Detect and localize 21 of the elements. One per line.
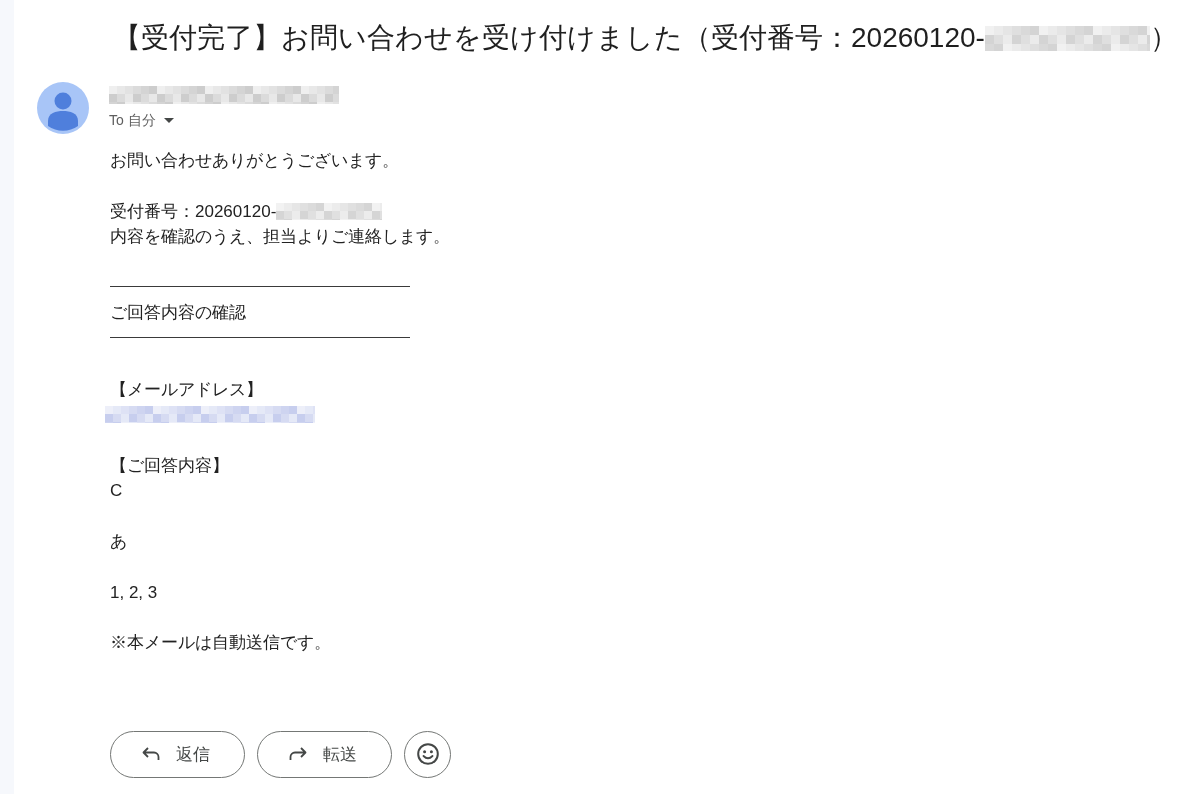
body-text: 受付番号：20260120-: [110, 200, 277, 223]
forward-icon: [288, 747, 307, 762]
forward-button[interactable]: 転送: [257, 730, 392, 778]
body-text: 1, 2, 3: [110, 581, 158, 604]
subject-text: ）: [1149, 21, 1178, 55]
smiley-icon: [416, 743, 439, 766]
caret-icon: [163, 117, 174, 123]
body-text: あ: [110, 530, 127, 553]
body-text: ※本メールは自動送信です。: [110, 632, 331, 655]
body-text: 【メールアドレス】: [110, 378, 263, 401]
body-text: C: [110, 480, 123, 503]
reply-button[interactable]: 返信: [110, 730, 245, 778]
reply-icon: [141, 747, 160, 762]
emoji-reaction-button[interactable]: [404, 730, 451, 778]
recipient-details-button[interactable]: To 自分: [109, 110, 174, 130]
email-subject: 【受付完了】お問い合わせを受け付けました（受付番号：20260120-: [113, 21, 985, 55]
body-text: ご回答内容の確認: [110, 302, 246, 325]
avatar-icon: [37, 82, 89, 134]
body-text: 【ご回答内容】: [110, 454, 229, 477]
body-text: 内容を確認のうえ、担当よりご連絡します。: [110, 226, 450, 249]
body-text: お問い合わせありがとうございます。: [110, 150, 399, 172]
